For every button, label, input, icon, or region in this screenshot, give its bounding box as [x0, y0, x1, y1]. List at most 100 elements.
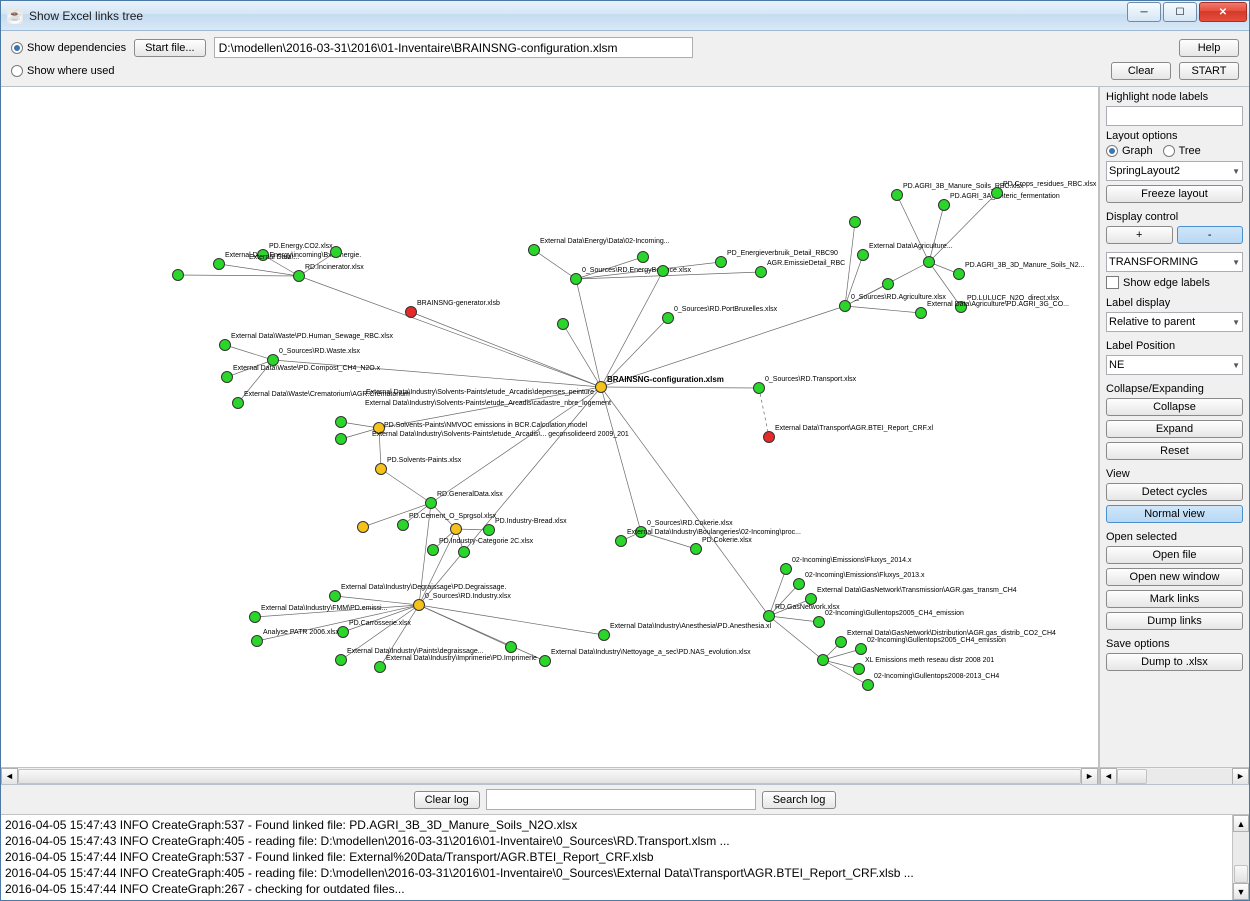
graph-node[interactable] — [817, 654, 829, 666]
graph-node[interactable] — [793, 578, 805, 590]
reset-button[interactable]: Reset — [1106, 442, 1243, 460]
graph-canvas[interactable]: BRAINSNG-configuration.xlsmExternal Data… — [1, 87, 1098, 767]
graph-node[interactable] — [293, 270, 305, 282]
graph-node[interactable] — [172, 269, 184, 281]
graph-node[interactable] — [849, 216, 861, 228]
graph-node[interactable] — [891, 189, 903, 201]
graph-node[interactable] — [753, 382, 765, 394]
scroll-left-icon[interactable]: ◄ — [1, 768, 18, 785]
graph-node[interactable] — [813, 616, 825, 628]
start-button[interactable]: START — [1179, 62, 1239, 80]
scroll-right-icon[interactable]: ► — [1081, 768, 1098, 785]
close-button[interactable]: ✕ — [1199, 2, 1247, 22]
graph-node[interactable] — [953, 268, 965, 280]
graph-node[interactable] — [450, 523, 462, 535]
graph-node[interactable] — [213, 258, 225, 270]
path-input[interactable] — [214, 37, 694, 58]
graph-node[interactable] — [375, 463, 387, 475]
graph-node[interactable] — [458, 546, 470, 558]
graph-node[interactable] — [219, 339, 231, 351]
radio-tree[interactable]: Tree — [1163, 145, 1201, 157]
search-log-input[interactable] — [486, 789, 756, 810]
graph-node[interactable] — [335, 654, 347, 666]
label-display-select[interactable]: Relative to parent▼ — [1106, 312, 1243, 332]
graph-node[interactable] — [853, 663, 865, 675]
scroll-up-icon[interactable]: ▲ — [1233, 815, 1249, 832]
open-new-window-button[interactable]: Open new window — [1106, 568, 1243, 586]
search-log-button[interactable]: Search log — [762, 791, 837, 809]
scroll-right-icon[interactable]: ► — [1232, 768, 1249, 785]
graph-node[interactable] — [330, 246, 342, 258]
show-edge-labels-checkbox[interactable]: Show edge labels — [1106, 276, 1243, 289]
dump-links-button[interactable]: Dump links — [1106, 612, 1243, 630]
highlight-input[interactable] — [1106, 106, 1243, 126]
graph-node[interactable] — [539, 655, 551, 667]
graph-node[interactable] — [397, 519, 409, 531]
graph-node[interactable] — [232, 397, 244, 409]
graph-node[interactable] — [715, 256, 727, 268]
open-file-button[interactable]: Open file — [1106, 546, 1243, 564]
graph-node[interactable] — [374, 661, 386, 673]
graph-node[interactable] — [763, 610, 775, 622]
graph-node[interactable] — [839, 300, 851, 312]
graph-node[interactable] — [862, 679, 874, 691]
help-button[interactable]: Help — [1179, 39, 1239, 57]
zoom-in-button[interactable]: + — [1106, 226, 1173, 244]
graph-scrollbar-h[interactable]: ◄ ► — [1, 767, 1098, 784]
graph-node[interactable] — [405, 306, 417, 318]
graph-node[interactable] — [570, 273, 582, 285]
detect-cycles-button[interactable]: Detect cycles — [1106, 483, 1243, 501]
graph-node[interactable] — [615, 535, 627, 547]
scroll-thumb[interactable] — [1117, 769, 1147, 784]
graph-node[interactable] — [763, 431, 775, 443]
graph-node[interactable] — [595, 381, 607, 393]
mark-links-button[interactable]: Mark links — [1106, 590, 1243, 608]
graph-node[interactable] — [805, 593, 817, 605]
start-file-button[interactable]: Start file... — [134, 39, 206, 57]
graph-pane[interactable]: BRAINSNG-configuration.xlsmExternal Data… — [1, 87, 1099, 784]
scroll-thumb[interactable] — [1234, 865, 1248, 883]
graph-node[interactable] — [598, 629, 610, 641]
normal-view-button[interactable]: Normal view — [1106, 505, 1243, 523]
radio-show-dependencies[interactable]: Show dependencies — [11, 42, 126, 54]
graph-node[interactable] — [483, 524, 495, 536]
graph-node[interactable] — [780, 563, 792, 575]
graph-node[interactable] — [857, 249, 869, 261]
graph-node[interactable] — [915, 307, 927, 319]
graph-node[interactable] — [357, 521, 369, 533]
log-scrollbar-v[interactable]: ▲ ▼ — [1232, 815, 1249, 900]
graph-node[interactable] — [335, 433, 347, 445]
graph-node[interactable] — [835, 636, 847, 648]
dump-xlsx-button[interactable]: Dump to .xlsx — [1106, 653, 1243, 671]
graph-node[interactable] — [557, 318, 569, 330]
graph-node[interactable] — [528, 244, 540, 256]
label-position-select[interactable]: NE▼ — [1106, 355, 1243, 375]
graph-node[interactable] — [505, 641, 517, 653]
graph-node[interactable] — [855, 643, 867, 655]
graph-node[interactable] — [413, 599, 425, 611]
graph-node[interactable] — [755, 266, 767, 278]
zoom-out-button[interactable]: - — [1177, 226, 1244, 244]
collapse-button[interactable]: Collapse — [1106, 398, 1243, 416]
graph-node[interactable] — [425, 497, 437, 509]
log-area[interactable]: 2016-04-05 15:47:43 INFO CreateGraph:537… — [1, 814, 1249, 900]
graph-node[interactable] — [882, 278, 894, 290]
graph-node[interactable] — [427, 544, 439, 556]
clear-log-button[interactable]: Clear log — [414, 791, 480, 809]
graph-node[interactable] — [991, 187, 1003, 199]
radio-show-where-used[interactable]: Show where used — [11, 65, 114, 77]
clear-button[interactable]: Clear — [1111, 62, 1171, 80]
graph-node[interactable] — [335, 416, 347, 428]
radio-graph[interactable]: Graph — [1106, 145, 1153, 157]
maximize-button[interactable]: ☐ — [1163, 2, 1197, 22]
side-scrollbar-h[interactable]: ◄ ► — [1100, 767, 1249, 784]
graph-node[interactable] — [690, 543, 702, 555]
graph-node[interactable] — [637, 251, 649, 263]
graph-node[interactable] — [251, 635, 263, 647]
graph-node[interactable] — [221, 371, 233, 383]
graph-node[interactable] — [923, 256, 935, 268]
graph-node[interactable] — [249, 611, 261, 623]
scroll-down-icon[interactable]: ▼ — [1233, 883, 1249, 900]
mode-select[interactable]: TRANSFORMING▼ — [1106, 252, 1243, 272]
scroll-thumb[interactable] — [18, 769, 1081, 784]
